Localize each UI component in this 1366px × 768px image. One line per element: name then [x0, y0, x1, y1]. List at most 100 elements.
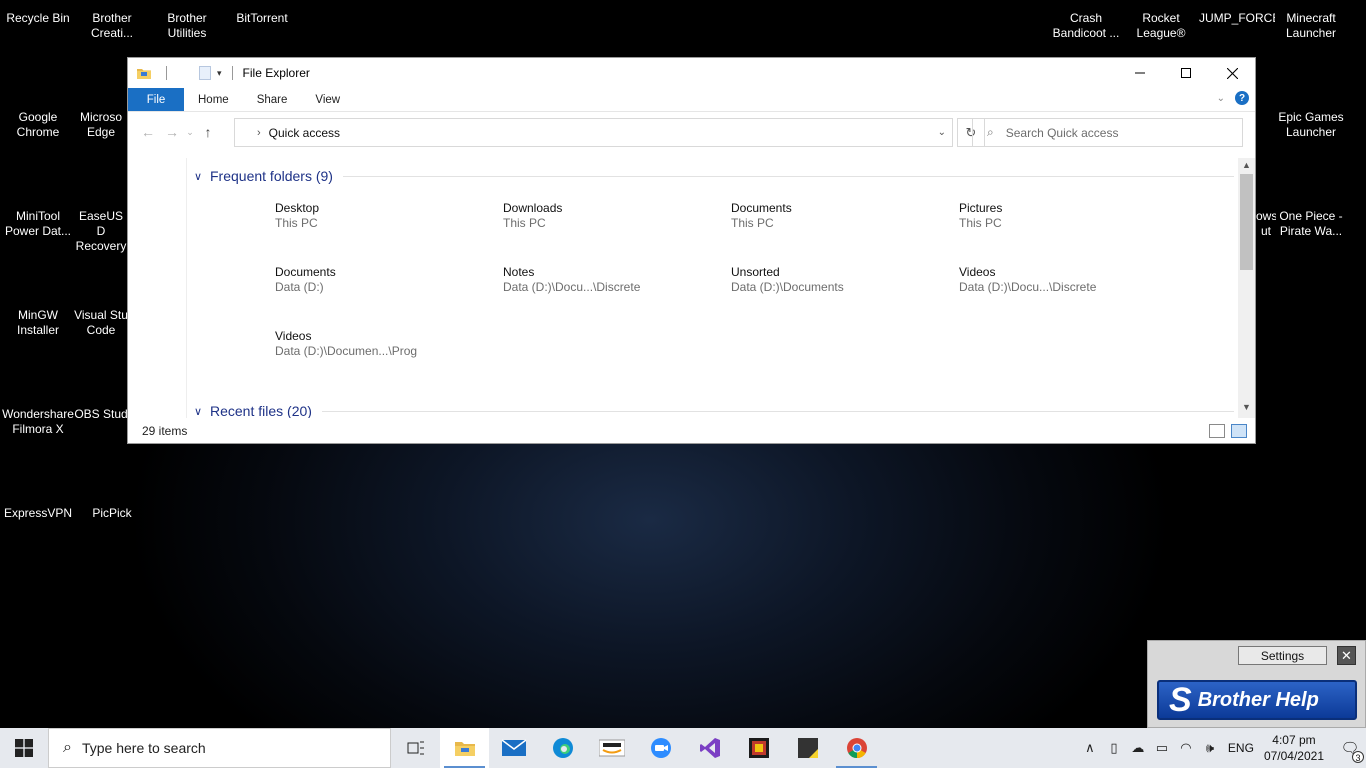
folder-tile[interactable]: Videos Data (D:)\Docu...\Discrete [959, 265, 1179, 295]
folder-tile[interactable]: Documents Data (D:) [275, 265, 495, 295]
game-app-icon[interactable] [734, 728, 783, 768]
desktop-icon-bittorrent[interactable]: BitTorrent [224, 11, 300, 26]
desktop-icon-obs[interactable]: OBS Stud [74, 407, 128, 422]
start-button[interactable] [0, 728, 48, 768]
amazon-icon[interactable] [587, 728, 636, 768]
chrome-icon[interactable] [832, 728, 881, 768]
folder-tile[interactable]: Pictures This PC [959, 201, 1179, 231]
task-view-icon[interactable] [391, 728, 440, 768]
scroll-down-arrow-icon[interactable]: ▼ [1238, 402, 1255, 416]
recent-locations-chevron-icon[interactable]: ⌄ [184, 127, 196, 138]
close-button[interactable] [1209, 58, 1255, 88]
folder-tile[interactable]: Documents This PC [731, 201, 951, 231]
search-icon: ⌕ [63, 739, 72, 756]
minimize-button[interactable] [1117, 58, 1163, 88]
title-bar[interactable]: ▾ File Explorer [128, 58, 1255, 88]
desktop-icon-easeus[interactable]: EaseUS D Recovery [74, 209, 128, 254]
brother-help-widget: Settings ✕ S Brother Help [1147, 640, 1366, 728]
folder-location: Data (D:)\Documen...\Prog [275, 344, 418, 358]
folder-tile[interactable]: Unsorted Data (D:)\Documents [731, 265, 951, 295]
desktop-icon-wondershare[interactable]: Wondershare Filmora X [0, 407, 76, 437]
desktop-icon-brother-utilities[interactable]: Brother Utilities [149, 11, 225, 41]
folder-name: Documents [275, 265, 336, 279]
folder-tile[interactable]: Notes Data (D:)\Docu...\Discrete [503, 265, 723, 295]
address-bar[interactable]: › Quick access ⌄ [234, 118, 953, 147]
folder-tile[interactable]: Desktop This PC [275, 201, 495, 231]
brother-help-button[interactable]: S Brother Help [1157, 680, 1357, 720]
close-icon[interactable]: ✕ [1337, 646, 1356, 665]
file-explorer-taskbar-icon[interactable] [440, 728, 489, 768]
folder-name: Unsorted [731, 265, 780, 279]
wifi-icon[interactable]: ◠ [1174, 740, 1198, 756]
desktop-icon-minecraft[interactable]: Minecraft Launcher [1273, 11, 1349, 41]
desktop-icon-recycle-bin[interactable]: Recycle Bin [0, 11, 76, 26]
zoom-icon[interactable] [636, 728, 685, 768]
desktop-icon-jump-force[interactable]: JUMP_FORCE [1199, 11, 1275, 26]
desktop-icon-expressvpn[interactable]: ExpressVPN [0, 506, 76, 521]
customize-toolbar-icon[interactable]: ▾ [217, 68, 222, 79]
breadcrumb-chevron-icon[interactable]: › [257, 127, 261, 139]
tab-home[interactable]: Home [184, 88, 243, 111]
taskbar-search-input[interactable] [81, 740, 362, 756]
desktop-icon-rocket-league[interactable]: Rocket League® [1123, 11, 1199, 41]
edge-browser-icon[interactable] [538, 728, 587, 768]
maximize-button[interactable] [1163, 58, 1209, 88]
expand-ribbon-chevron-icon[interactable]: ⌄ [1217, 93, 1225, 104]
forward-arrow-icon[interactable]: → [160, 124, 184, 140]
large-icons-view-icon[interactable] [1231, 424, 1247, 438]
sticky-notes-icon[interactable] [783, 728, 832, 768]
quick-access-separator [166, 66, 167, 80]
desktop-icon-epic-games[interactable]: Epic Games Launcher [1273, 110, 1349, 140]
folder-location: Data (D:)\Docu...\Discrete [503, 280, 641, 294]
desktop-icon-vscode[interactable]: Visual Stu Code [74, 308, 128, 338]
desktop-icon-brother-creative[interactable]: Brother Creati... [74, 11, 150, 41]
tab-file[interactable]: File [128, 88, 184, 111]
collapse-chevron-icon[interactable]: ∨ [194, 405, 210, 418]
visual-studio-icon[interactable] [685, 728, 734, 768]
folder-tile[interactable]: Downloads This PC [503, 201, 723, 231]
search-box[interactable]: ⌕ [972, 118, 1243, 147]
desktop-icon-minitool[interactable]: MiniTool Power Dat... [0, 209, 76, 239]
folder-name: Notes [503, 265, 535, 279]
desktop-icon-one-piece[interactable]: One Piece - Pirate Wa... [1273, 209, 1349, 239]
recent-files-header[interactable]: ∨ Recent files (20) [194, 403, 1234, 418]
mail-icon[interactable] [489, 728, 538, 768]
tab-share[interactable]: Share [243, 88, 302, 111]
back-arrow-icon[interactable]: ← [136, 124, 160, 140]
address-dropdown-icon[interactable]: ⌄ [938, 127, 946, 138]
vertical-scrollbar[interactable]: ▲ ▼ [1238, 158, 1255, 418]
desktop-icon-picpick[interactable]: PicPick [74, 506, 150, 521]
language-indicator[interactable]: ENG [1228, 741, 1254, 755]
show-hidden-icons-chevron-icon[interactable]: ∧ [1078, 740, 1102, 756]
content-pane: ∨ Frequent folders (9) Desktop This PC D… [128, 158, 1255, 418]
onedrive-icon[interactable]: ☁ [1126, 740, 1150, 756]
address-value: Quick access [268, 125, 341, 140]
tab-view[interactable]: View [301, 88, 354, 111]
frequent-folders-header[interactable]: ∨ Frequent folders (9) [194, 168, 1234, 184]
recent-files-label: Recent files (20) [210, 403, 312, 418]
collapse-chevron-icon[interactable]: ∨ [194, 170, 210, 183]
settings-button[interactable]: Settings [1238, 646, 1327, 665]
taskbar: ⌕ ∧ ▯ ☁ ▭ ◠ 🕪 ENG 4:07 pm 07/04/ [0, 728, 1366, 768]
item-count: 29 items [142, 424, 188, 438]
up-arrow-icon[interactable]: ↑ [196, 124, 220, 140]
system-tray: ∧ ▯ ☁ ▭ ◠ 🕪 ENG 4:07 pm 07/04/2021 🗨 3 [1078, 728, 1366, 768]
device-icon[interactable]: ▯ [1102, 740, 1126, 756]
desktop-icon-mingw[interactable]: MinGW Installer [0, 308, 76, 338]
volume-icon[interactable]: 🕪 [1198, 740, 1222, 756]
clock[interactable]: 4:07 pm 07/04/2021 [1264, 732, 1324, 764]
navigation-pane[interactable] [128, 158, 187, 418]
battery-icon[interactable]: ▭ [1150, 740, 1174, 756]
folder-tile[interactable]: Videos Data (D:)\Documen...\Prog [275, 329, 495, 359]
details-view-icon[interactable] [1209, 424, 1225, 438]
desktop-icon-microsoft-edge[interactable]: Microso Edge [74, 110, 128, 140]
properties-icon[interactable] [199, 66, 211, 80]
notification-center-icon[interactable]: 🗨 3 [1334, 739, 1366, 763]
desktop-icon-google-chrome[interactable]: Google Chrome [0, 110, 76, 140]
scroll-up-arrow-icon[interactable]: ▲ [1238, 160, 1255, 174]
help-icon[interactable]: ? [1235, 91, 1249, 105]
search-input[interactable] [1005, 125, 1206, 140]
scrollbar-thumb[interactable] [1240, 174, 1253, 270]
desktop-icon-crash-bandicoot[interactable]: Crash Bandicoot ... [1048, 11, 1124, 41]
taskbar-search-box[interactable]: ⌕ [48, 728, 391, 768]
